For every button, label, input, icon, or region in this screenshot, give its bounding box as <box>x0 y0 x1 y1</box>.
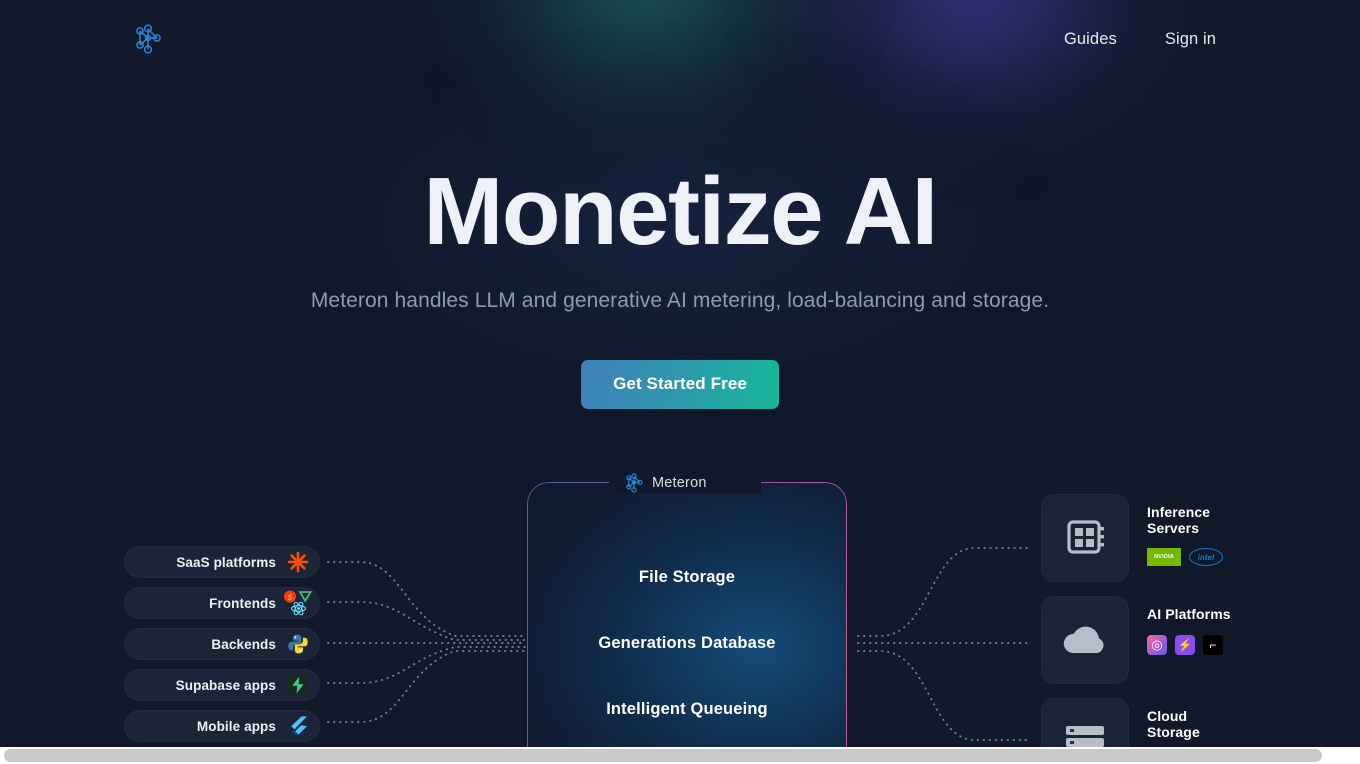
nav-sign-in[interactable]: Sign in <box>1141 26 1360 52</box>
openai-logo: ◎ <box>1147 634 1167 655</box>
destination-list: Inference Servers NVIDIA intel AI Platfo… <box>1041 494 1301 764</box>
meteron-panel: Meteron File Storage Generations Databas… <box>527 472 847 764</box>
meteron-network-logo-icon <box>626 473 643 493</box>
destination-title: Cloud Storage <box>1147 708 1200 740</box>
pill-supabase-apps[interactable]: Supabase apps <box>124 669 320 701</box>
destination-title: Inference Servers <box>1147 504 1211 536</box>
meteron-logo[interactable] <box>131 22 165 56</box>
nav-guides[interactable]: Guides <box>1040 26 1141 52</box>
python-icon <box>278 629 318 659</box>
panel-feature-list: File Storage Generations Database Intell… <box>527 568 847 764</box>
page-root: Guides Sign in Monetize AI Meteron handl… <box>0 0 1360 764</box>
destination-inference-servers: Inference Servers NVIDIA intel <box>1041 494 1301 582</box>
hero-subtitle: Meteron handles LLM and generative AI me… <box>310 289 1050 312</box>
chip-icon <box>1067 520 1104 554</box>
flutter-icon <box>278 711 318 741</box>
destination-meta: Inference Servers NVIDIA intel <box>1129 494 1231 566</box>
replicate-bolt-logo: ⚡ <box>1175 634 1195 655</box>
pill-label: Mobile apps <box>196 718 276 734</box>
pill-label: SaaS platforms <box>176 554 276 570</box>
intel-logo: intel <box>1189 548 1223 566</box>
pill-saas-platforms[interactable]: SaaS platforms <box>124 546 320 578</box>
pill-label: Backends <box>211 636 276 652</box>
panel-item-generations-database: Generations Database <box>598 634 776 652</box>
scrollbar-thumb[interactable] <box>4 749 1322 762</box>
destination-logos: NVIDIA intel <box>1147 548 1231 566</box>
nvidia-logo: NVIDIA <box>1147 548 1181 566</box>
destination-meta: AI Platforms ◎ ⚡ ⌐ <box>1129 596 1231 655</box>
panel-title-group: Meteron <box>609 469 761 497</box>
architecture-diagram: SaaS platforms Frontends S Backends Supa… <box>0 440 1360 764</box>
pill-label: Supabase apps <box>175 677 276 693</box>
destination-title: AI Platforms <box>1147 606 1231 622</box>
cloud-icon-box <box>1041 596 1129 684</box>
pill-label: Frontends <box>209 595 276 611</box>
site-header: Guides Sign in <box>0 0 1360 78</box>
pill-frontends[interactable]: Frontends S <box>124 587 320 619</box>
get-started-free-button[interactable]: Get Started Free <box>581 360 779 409</box>
main-nav: Guides Sign in <box>1040 26 1360 52</box>
panel-item-file-storage: File Storage <box>638 568 736 586</box>
horizontal-scrollbar[interactable] <box>0 747 1360 764</box>
page-title: Monetize AI <box>423 158 938 265</box>
chip-icon-box <box>1041 494 1129 582</box>
svg-text:S: S <box>288 593 292 602</box>
supabase-bolt-icon <box>278 670 318 700</box>
pill-mobile-apps[interactable]: Mobile apps <box>124 710 320 742</box>
meteron-network-logo-icon <box>136 24 161 54</box>
source-pill-list: SaaS platforms Frontends S Backends Supa… <box>124 546 320 751</box>
hero-cta-row: Get Started Free <box>0 360 1360 409</box>
panel-item-intelligent-queueing: Intelligent Queueing <box>606 700 768 718</box>
panel-title-label: Meteron <box>652 475 707 491</box>
cloud-icon <box>1063 626 1104 653</box>
destination-logos: ◎ ⚡ ⌐ <box>1147 634 1231 655</box>
svelte-vue-react-icons: S <box>278 588 318 618</box>
zapier-asterisk-icon <box>278 547 318 577</box>
fal-logo: ⌐ <box>1203 634 1223 655</box>
pill-backends[interactable]: Backends <box>124 628 320 660</box>
destination-ai-platforms: AI Platforms ◎ ⚡ ⌐ <box>1041 596 1301 684</box>
